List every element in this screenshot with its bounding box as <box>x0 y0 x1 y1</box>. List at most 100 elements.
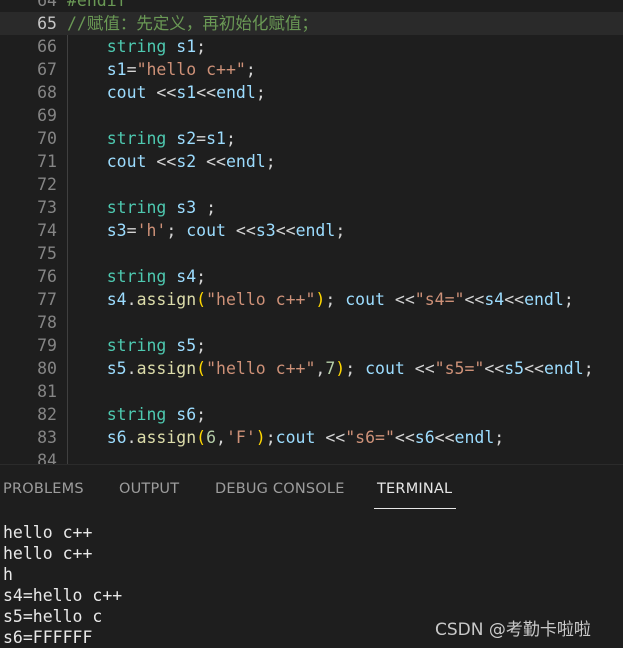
code-line[interactable]: 69 <box>0 104 623 127</box>
code-token: cout <box>106 152 147 171</box>
code-token: cout <box>365 359 405 378</box>
terminal-line: s5=hello c <box>3 607 103 626</box>
line-number: 64 <box>37 0 57 10</box>
code-token: "s6=" <box>345 428 395 447</box>
code-token: << <box>226 221 256 240</box>
code-line[interactable]: 68 cout <<s1<<endl; <box>0 81 623 104</box>
code-token: "hello c++" <box>206 359 316 378</box>
line-number: 79 <box>37 336 57 355</box>
watermark: CSDN @考勤卡啦啦 <box>435 620 591 640</box>
code-token: . <box>126 359 137 378</box>
code-token: ; <box>225 129 236 148</box>
code-line[interactable]: 66 string s1; <box>0 35 623 58</box>
code-line[interactable]: 84 <box>0 449 623 464</box>
code-token: << <box>464 290 485 309</box>
tab-output[interactable]: OUTPUT <box>119 481 179 497</box>
code-token: ; <box>494 428 505 447</box>
line-number: 77 <box>37 290 57 309</box>
line-number: 81 <box>37 382 57 401</box>
terminal-output[interactable]: hello c++ hello c++ h s4=hello c++ s5=he… <box>3 522 122 648</box>
code-token: ; <box>196 336 207 355</box>
code-token: << <box>394 428 415 447</box>
code-line[interactable]: 75 <box>0 242 623 265</box>
code-token: s5 <box>504 359 525 378</box>
code-line[interactable]: 83 s6.assign(6,'F');cout <<"s6="<<s6<<en… <box>0 426 623 449</box>
line-number: 70 <box>37 129 57 148</box>
code-line[interactable]: 64 #endif <box>0 0 623 12</box>
code-token: . <box>126 428 137 447</box>
code-token: << <box>504 290 525 309</box>
code-line[interactable]: 77 s4.assign("hello c++"); cout <<"s4="<… <box>0 288 623 311</box>
code-token: ; <box>255 83 266 102</box>
code-text: //赋值：先定义，再初始化赋值； <box>67 12 318 35</box>
code-token: << <box>146 152 177 171</box>
code-token: "s4=" <box>414 290 465 309</box>
code-token: 6 <box>206 428 217 447</box>
code-text: cout <<s2 <<endl; <box>67 150 276 173</box>
code-token: s1 <box>176 37 197 56</box>
line-number: 73 <box>37 198 57 217</box>
code-text: s6.assign(6,'F');cout <<"s6="<<s6<<endl; <box>67 426 504 449</box>
code-token: cout <box>275 428 316 447</box>
code-line[interactable]: 82 string s6; <box>0 403 623 426</box>
code-line[interactable]: 65 //赋值：先定义，再初始化赋值； <box>0 12 623 35</box>
code-token: #endif <box>67 0 127 10</box>
code-line[interactable]: 78 <box>0 311 623 334</box>
code-token: "hello c++" <box>136 60 246 79</box>
tab-problems[interactable]: PROBLEMS <box>3 481 84 497</box>
code-token: << <box>484 359 505 378</box>
code-line[interactable]: 80 s5.assign("hello c++",7); cout <<"s5=… <box>0 357 623 380</box>
code-token: s6 <box>176 405 197 424</box>
code-token: ; <box>196 267 207 286</box>
code-text: s3='h'; cout <<s3<<endl; <box>67 219 346 242</box>
code-token: << <box>146 83 177 102</box>
code-line[interactable]: 79 string s5; <box>0 334 623 357</box>
tab-debug-console[interactable]: DEBUG CONSOLE <box>215 481 345 497</box>
code-token: << <box>404 359 435 378</box>
code-token: string <box>106 37 167 56</box>
code-line[interactable]: 73 string s3 ; <box>0 196 623 219</box>
code-line[interactable]: 81 <box>0 380 623 403</box>
line-number: 78 <box>37 313 57 332</box>
code-token: << <box>315 428 346 447</box>
code-token: ; <box>196 37 207 56</box>
code-line[interactable]: 71 cout <<s2 <<endl; <box>0 150 623 173</box>
code-token: s5 <box>176 336 197 355</box>
code-text: string s5; <box>67 334 206 357</box>
line-number: 82 <box>37 405 57 424</box>
tab-terminal[interactable]: TERMINAL <box>377 481 452 497</box>
code-token: assign <box>136 359 197 378</box>
code-line[interactable]: 74 s3='h'; cout <<s3<<endl; <box>0 219 623 242</box>
line-number: 66 <box>37 37 57 56</box>
code-line[interactable]: 76 string s4; <box>0 265 623 288</box>
code-token: ; <box>583 359 594 378</box>
code-text: s4.assign("hello c++"); cout <<"s4="<<s4… <box>67 288 574 311</box>
code-token: s1 <box>176 83 197 102</box>
code-token: s2 <box>176 152 197 171</box>
code-line[interactable]: 67 s1="hello c++"; <box>0 58 623 81</box>
code-token: string <box>106 129 167 148</box>
code-token: cout <box>106 83 147 102</box>
code-token: , <box>315 359 326 378</box>
code-token: endl <box>524 290 564 309</box>
code-line[interactable]: 72 <box>0 173 623 196</box>
code-editor[interactable]: 64 #endif 65//赋值：先定义，再初始化赋值； 66 string s1; 6… <box>0 0 623 464</box>
code-token: endl <box>543 359 584 378</box>
code-token: "hello c++" <box>206 290 316 309</box>
code-token: cout <box>186 221 226 240</box>
line-number: 69 <box>37 106 57 125</box>
panel-tabs: PROBLEMS OUTPUT DEBUG CONSOLE TERMINAL <box>0 465 623 510</box>
line-number: 80 <box>37 359 57 378</box>
code-line[interactable]: 70 string s2=s1; <box>0 127 623 150</box>
code-token: << <box>196 152 226 171</box>
code-token: 'F' <box>225 428 256 447</box>
code-token: s4 <box>484 290 505 309</box>
